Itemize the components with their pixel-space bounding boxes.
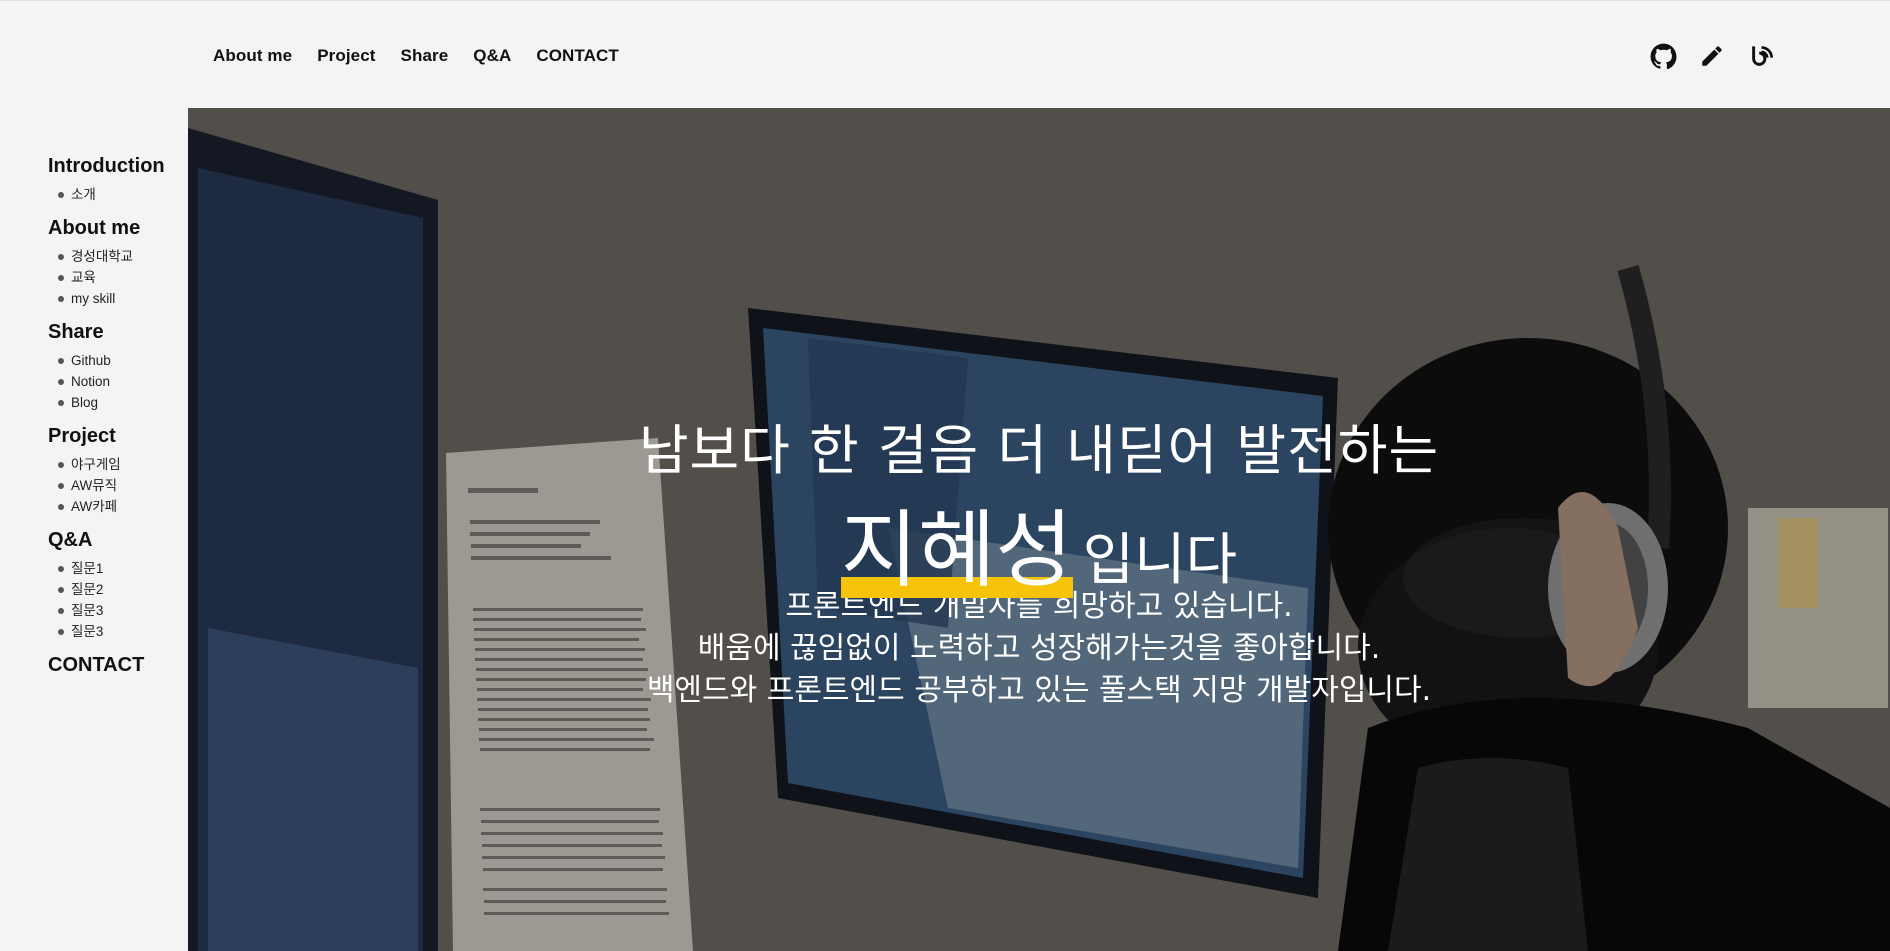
- sidebar-item[interactable]: 교육: [48, 267, 188, 288]
- hero-description-line: 배움에 끊임없이 노력하고 성장해가는것을 좋아합니다.: [697, 631, 1381, 666]
- sidebar-item[interactable]: 소개: [48, 184, 188, 205]
- main-nav: About me Project Share Q&A CONTACT: [213, 46, 619, 66]
- sidebar-item[interactable]: Github: [48, 350, 188, 371]
- bullet-icon: [58, 378, 64, 385]
- bullet-icon: [58, 295, 64, 302]
- blog-icon[interactable]: [1746, 41, 1776, 71]
- bullet-icon: [58, 565, 64, 572]
- bullet-icon: [58, 399, 64, 406]
- bullet-icon: [58, 461, 64, 468]
- sidebar-section-qna: Q&A 질문1 질문2 질문3 질문3: [48, 529, 188, 642]
- hero-description: 프론트엔드 개발자를 희망하고 있습니다. 배움에 끊임없이 노력하고 성장해가…: [188, 586, 1890, 712]
- bullet-icon: [58, 586, 64, 593]
- nav-contact[interactable]: CONTACT: [536, 46, 619, 66]
- hero-name: 지혜성: [840, 501, 1073, 599]
- sidebar: Introduction 소개 About me 경성대학교 교육 my ski…: [48, 155, 188, 689]
- sidebar-item[interactable]: AW뮤직: [48, 475, 188, 496]
- hero-name-highlight: 지혜성: [840, 483, 1073, 604]
- top-navigation-bar: About me Project Share Q&A CONTACT: [0, 0, 1890, 108]
- sidebar-title-introduction[interactable]: Introduction: [48, 155, 188, 178]
- sidebar-item[interactable]: 질문1: [48, 558, 188, 579]
- nav-about-me[interactable]: About me: [213, 46, 292, 66]
- hero-headline: 남보다 한 걸음 더 내딛어 발전하는: [638, 419, 1440, 482]
- header-icons: [1648, 41, 1776, 71]
- bullet-icon: [58, 503, 64, 510]
- sidebar-item[interactable]: 질문3: [48, 600, 188, 621]
- sidebar-item[interactable]: AW카페: [48, 496, 188, 517]
- sidebar-item[interactable]: Notion: [48, 371, 188, 392]
- sidebar-item[interactable]: my skill: [48, 288, 188, 309]
- github-icon[interactable]: [1648, 41, 1678, 71]
- sidebar-title-qna[interactable]: Q&A: [48, 529, 188, 552]
- bullet-icon: [58, 191, 64, 198]
- hero-section: 남보다 한 걸음 더 내딛어 발전하는 지혜성 입니다 프론트엔드 개발자를 희…: [188, 108, 1890, 951]
- nav-share[interactable]: Share: [401, 46, 449, 66]
- sidebar-section-share: Share Github Notion Blog: [48, 321, 188, 413]
- sidebar-item[interactable]: 질문2: [48, 579, 188, 600]
- sidebar-section-introduction: Introduction 소개: [48, 155, 188, 205]
- bullet-icon: [58, 628, 64, 635]
- sidebar-item[interactable]: Blog: [48, 392, 188, 413]
- sidebar-section-about-me: About me 경성대학교 교육 my skill: [48, 217, 188, 309]
- sidebar-title-project[interactable]: Project: [48, 425, 188, 448]
- sidebar-item[interactable]: 경성대학교: [48, 246, 188, 267]
- sidebar-title-contact[interactable]: CONTACT: [48, 654, 188, 677]
- pencil-icon[interactable]: [1697, 41, 1727, 71]
- hero-name-suffix: 입니다: [1082, 528, 1238, 593]
- sidebar-title-about-me[interactable]: About me: [48, 217, 188, 240]
- bullet-icon: [58, 274, 64, 281]
- bullet-icon: [58, 357, 64, 364]
- nav-qna[interactable]: Q&A: [473, 46, 511, 66]
- hero-description-line: 백엔드와 프론트엔드 공부하고 있는 풀스택 지망 개발자입니다.: [646, 673, 1432, 708]
- bullet-icon: [58, 253, 64, 260]
- sidebar-item[interactable]: 질문3: [48, 621, 188, 642]
- sidebar-section-contact: CONTACT: [48, 654, 188, 677]
- bullet-icon: [58, 607, 64, 614]
- nav-project[interactable]: Project: [317, 46, 375, 66]
- sidebar-item[interactable]: 야구게임: [48, 454, 188, 475]
- bullet-icon: [58, 482, 64, 489]
- sidebar-section-project: Project 야구게임 AW뮤직 AW카페: [48, 425, 188, 517]
- sidebar-title-share[interactable]: Share: [48, 321, 188, 344]
